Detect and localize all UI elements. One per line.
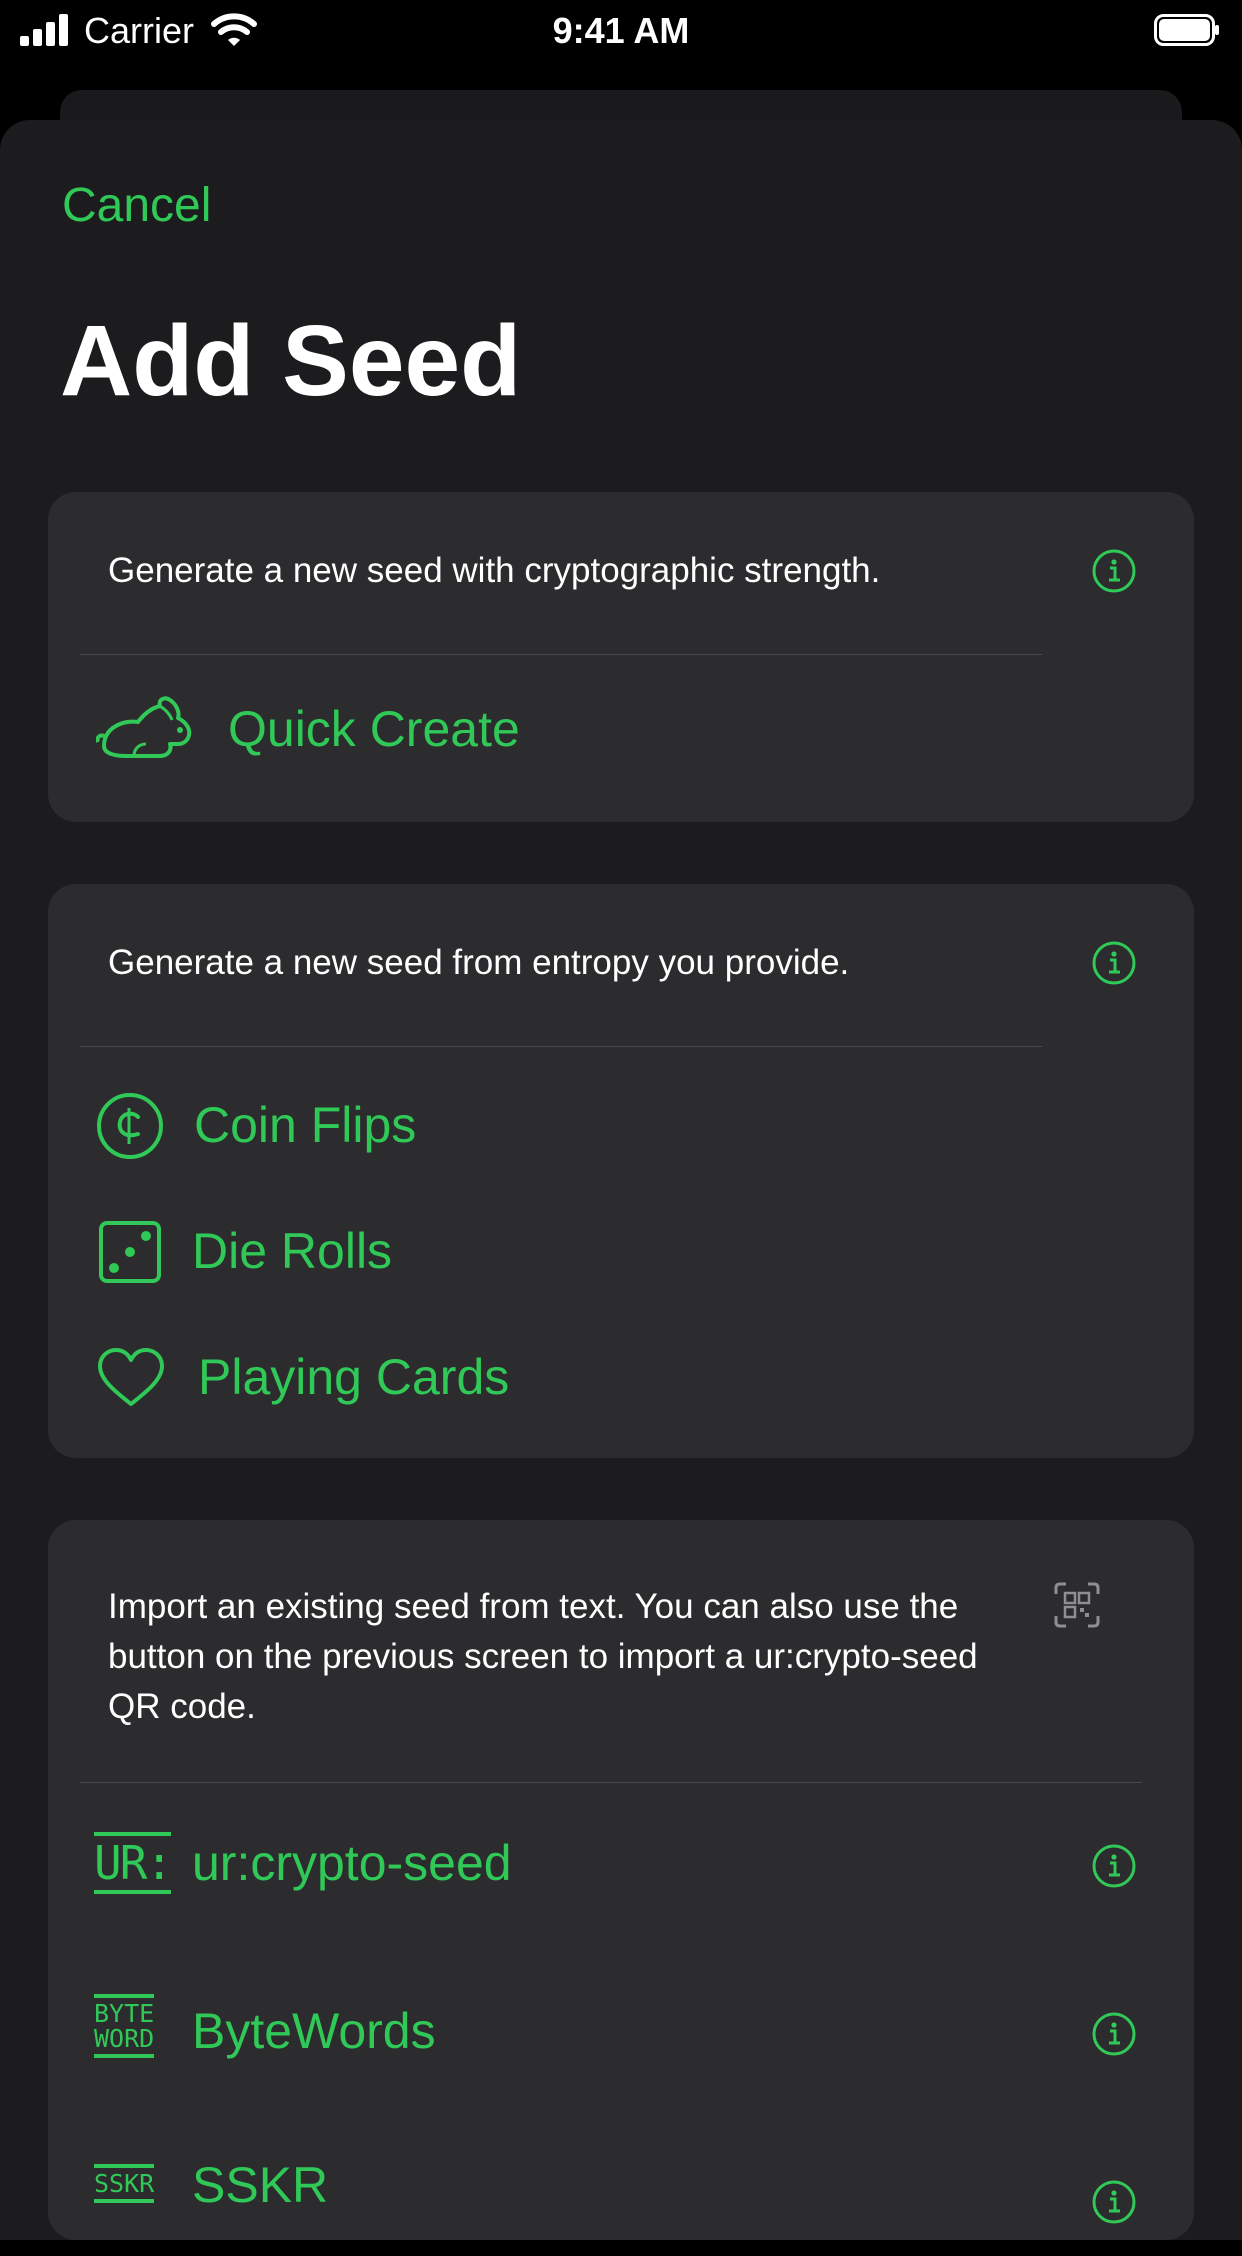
coin-icon [97, 1093, 163, 1159]
playing-cards-button[interactable]: Playing Cards [48, 1324, 1194, 1434]
section-description-line: QR code. [108, 1687, 256, 1726]
bytewords-button[interactable]: BYTE WORD ByteWords [48, 1978, 1194, 2088]
bytewords-icon-top: BYTE [94, 1999, 155, 2028]
section-generate-random: Generate a new seed with cryptographic s… [48, 492, 1194, 822]
ur-icon: UR: [94, 1832, 173, 1894]
heart-icon [98, 1348, 164, 1406]
row-label: Coin Flips [194, 1097, 417, 1153]
row-label: Die Rolls [192, 1223, 393, 1279]
status-time: 9:41 AM [552, 10, 690, 51]
section-description: Import an existing seed from text. You c… [108, 1582, 978, 1732]
die-rolls-button[interactable]: Die Rolls [48, 1198, 1194, 1308]
qr-scan-icon [1054, 1582, 1100, 1628]
sskr-button[interactable]: SSKR SSKR [48, 2146, 1194, 2256]
coin-flips-button[interactable]: Coin Flips [48, 1070, 1194, 1180]
section-description: Generate a new seed with cryptographic s… [108, 551, 881, 590]
section-import: Import an existing seed from text. You c… [48, 1520, 1194, 2240]
section-description: Generate a new seed from entropy you pro… [108, 943, 850, 982]
row-label: ByteWords [192, 2003, 436, 2059]
info-icon[interactable] [1092, 2012, 1136, 2056]
section-generate-entropy: Generate a new seed from entropy you pro… [48, 884, 1194, 1458]
bytewords-icon: BYTE WORD [94, 1994, 155, 2058]
info-icon[interactable] [1092, 549, 1136, 593]
bytewords-icon-bottom: WORD [94, 2024, 155, 2053]
quick-create-button[interactable]: Quick Create [48, 676, 1194, 786]
ur-crypto-seed-button[interactable]: UR: ur:crypto-seed [48, 1810, 1194, 1920]
section-description-line: Import an existing seed from text. You c… [108, 1587, 959, 1626]
battery-icon [1154, 14, 1219, 46]
row-label: SSKR [192, 2157, 329, 2213]
row-label: Quick Create [228, 701, 520, 757]
row-label: Playing Cards [198, 1349, 510, 1405]
divider [80, 1046, 1042, 1047]
sskr-icon: SSKR [94, 2164, 155, 2203]
page-title: Add Seed [60, 305, 522, 417]
info-icon[interactable] [1092, 941, 1136, 985]
info-icon[interactable] [1092, 1844, 1136, 1888]
rabbit-icon [96, 696, 192, 758]
divider [80, 654, 1042, 655]
info-icon[interactable] [1092, 2180, 1136, 2224]
section-description-line: button on the previous screen to import … [108, 1637, 978, 1676]
status-bar: Carrier 9:41 AM [0, 0, 1242, 62]
row-label: ur:crypto-seed [192, 1835, 512, 1891]
divider [80, 1782, 1142, 1783]
cancel-button[interactable]: Cancel [62, 178, 211, 233]
die-icon [99, 1221, 161, 1283]
